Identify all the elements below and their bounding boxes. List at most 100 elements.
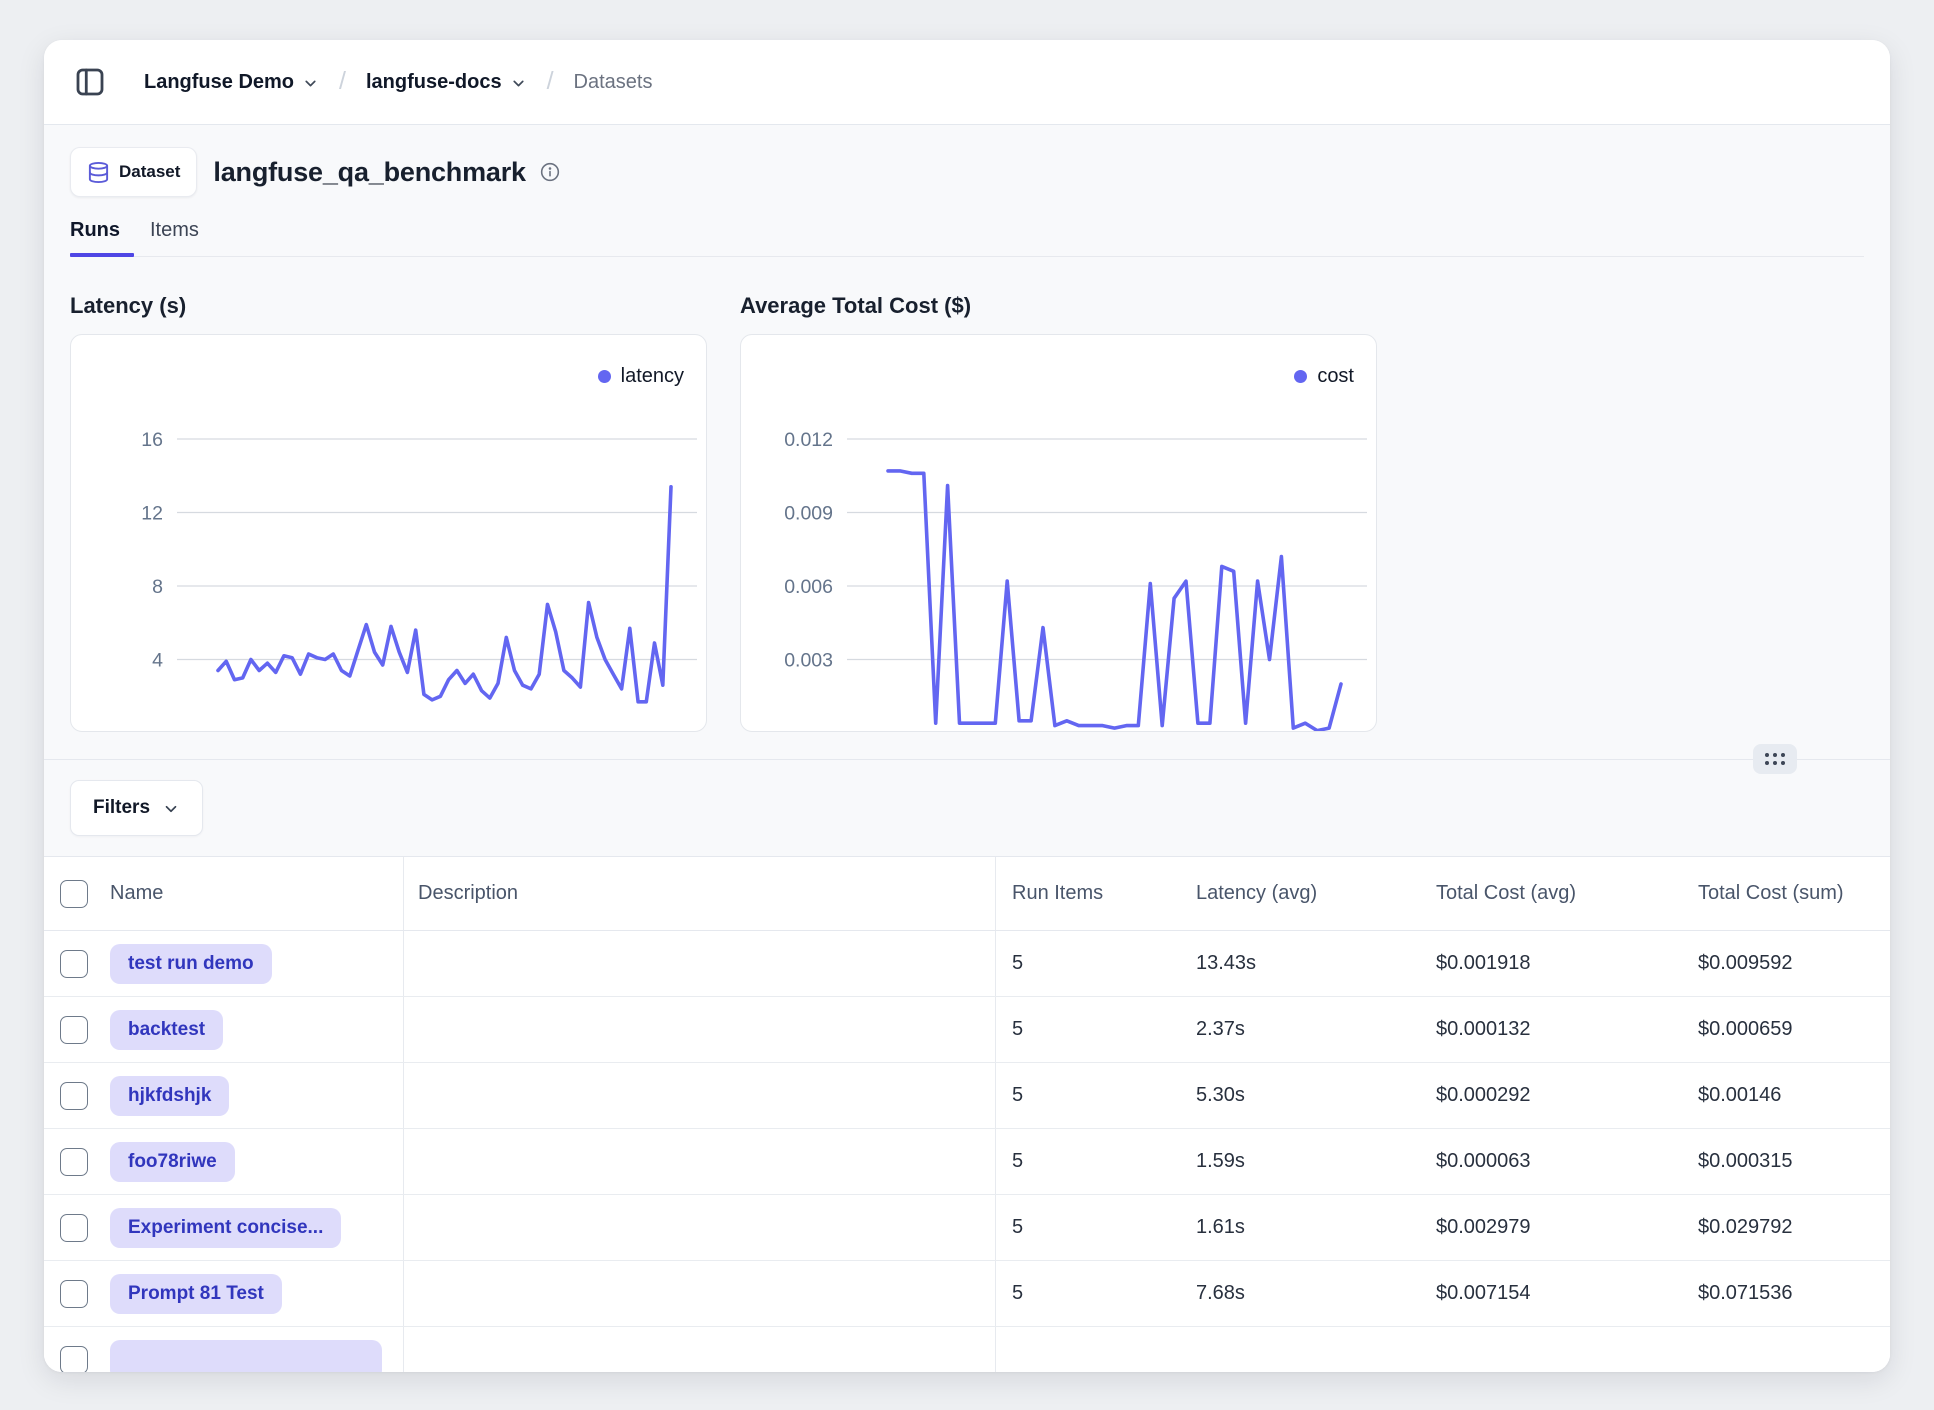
run-name-badge[interactable]: test run demo xyxy=(110,944,272,984)
breadcrumb-project-label: langfuse-docs xyxy=(366,71,502,94)
app-window: Langfuse Demo / langfuse-docs / Datasets xyxy=(44,40,1890,1372)
legend-dot-icon xyxy=(1294,370,1307,383)
run-description xyxy=(404,1261,996,1326)
sidebar-toggle-icon[interactable] xyxy=(74,66,106,98)
run-name-badge[interactable] xyxy=(110,1340,382,1373)
tab-items[interactable]: Items xyxy=(150,219,213,256)
table-row[interactable]: foo78riwe 5 1.59s $0.000063 $0.000315 xyxy=(44,1129,1890,1195)
column-header-description[interactable]: Description xyxy=(404,857,996,930)
latency-avg-value: 2.37s xyxy=(1180,997,1420,1062)
row-checkbox[interactable] xyxy=(60,1016,88,1044)
cost-chart-block: Average Total Cost ($) 0.0030.0060.0090.… xyxy=(740,293,1377,732)
filters-button[interactable]: Filters xyxy=(70,780,203,836)
grip-dots-icon xyxy=(1765,753,1785,765)
run-name-badge[interactable]: hjkfdshjk xyxy=(110,1076,229,1116)
latency-line-chart: 481216 xyxy=(71,335,707,732)
page-title: langfuse_qa_benchmark xyxy=(213,157,525,188)
latency-chart-title: Latency (s) xyxy=(70,293,707,319)
run-description xyxy=(404,1195,996,1260)
total-cost-avg-value: $0.002979 xyxy=(1420,1195,1682,1260)
chevron-down-icon xyxy=(162,800,180,818)
entity-badge-label: Dataset xyxy=(119,162,180,182)
select-all-checkbox[interactable] xyxy=(60,880,88,908)
row-checkbox[interactable] xyxy=(60,1082,88,1110)
table-row[interactable]: backtest 5 2.37s $0.000132 $0.000659 xyxy=(44,997,1890,1063)
cost-line-chart: 0.0030.0060.0090.012 xyxy=(741,335,1377,732)
panel-resize-handle[interactable] xyxy=(1753,744,1797,774)
breadcrumb-project[interactable]: langfuse-docs xyxy=(366,71,527,94)
breadcrumb-separator: / xyxy=(333,67,352,96)
cost-chart: 0.0030.0060.0090.012 cost xyxy=(740,334,1377,732)
run-description xyxy=(404,931,996,996)
row-checkbox[interactable] xyxy=(60,1346,88,1373)
column-header-total-cost-sum[interactable]: Total Cost (sum) xyxy=(1682,857,1890,930)
run-name-badge[interactable]: foo78riwe xyxy=(110,1142,235,1182)
table-row[interactable]: Prompt 81 Test 5 7.68s $0.007154 $0.0715… xyxy=(44,1261,1890,1327)
filters-row: Filters xyxy=(70,780,1864,836)
breadcrumb-datasets[interactable]: Datasets xyxy=(574,71,653,94)
column-header-latency-avg[interactable]: Latency (avg) xyxy=(1180,857,1420,930)
run-description xyxy=(404,997,996,1062)
legend-dot-icon xyxy=(598,370,611,383)
svg-text:0.012: 0.012 xyxy=(784,429,833,451)
column-header-name[interactable]: Name xyxy=(110,857,404,930)
row-checkbox[interactable] xyxy=(60,950,88,978)
row-checkbox[interactable] xyxy=(60,1148,88,1176)
run-items-value: 5 xyxy=(996,931,1180,996)
total-cost-sum-value: $0.00146 xyxy=(1682,1063,1890,1128)
svg-text:0.006: 0.006 xyxy=(784,576,833,598)
run-name-badge[interactable]: Prompt 81 Test xyxy=(110,1274,282,1314)
table-row[interactable]: hjkfdshjk 5 5.30s $0.000292 $0.00146 xyxy=(44,1063,1890,1129)
total-cost-avg-value: $0.007154 xyxy=(1420,1261,1682,1326)
total-cost-avg-value: $0.000063 xyxy=(1420,1129,1682,1194)
total-cost-avg-value: $0.000292 xyxy=(1420,1063,1682,1128)
charts-row: Latency (s) 481216 latency Average Total… xyxy=(70,293,1864,732)
total-cost-sum-value: $0.009592 xyxy=(1682,931,1890,996)
cost-chart-title: Average Total Cost ($) xyxy=(740,293,1377,319)
table-header-row: Name Description Run Items Latency (avg)… xyxy=(44,857,1890,931)
latency-avg-value: 7.68s xyxy=(1180,1261,1420,1326)
chevron-down-icon xyxy=(510,75,527,92)
latency-avg-value: 1.59s xyxy=(1180,1129,1420,1194)
total-cost-sum-value: $0.071536 xyxy=(1682,1261,1890,1326)
svg-text:16: 16 xyxy=(141,429,163,451)
total-cost-sum-value: $0.029792 xyxy=(1682,1195,1890,1260)
svg-text:8: 8 xyxy=(152,576,163,598)
run-items-value: 5 xyxy=(996,1195,1180,1260)
total-cost-sum-value: $0.000315 xyxy=(1682,1129,1890,1194)
column-header-total-cost-avg[interactable]: Total Cost (avg) xyxy=(1420,857,1682,930)
dataset-entity-pill: Dataset xyxy=(70,147,197,197)
run-items-value: 5 xyxy=(996,997,1180,1062)
total-cost-avg-value: $0.000132 xyxy=(1420,997,1682,1062)
main-content: Dataset langfuse_qa_benchmark Runs Items… xyxy=(44,125,1890,1372)
latency-chart: 481216 latency xyxy=(70,334,707,732)
info-icon[interactable] xyxy=(540,162,560,182)
breadcrumb-org-label: Langfuse Demo xyxy=(144,71,294,94)
tab-bar: Runs Items xyxy=(70,219,1864,257)
table-row[interactable]: test run demo 5 13.43s $0.001918 $0.0095… xyxy=(44,931,1890,997)
latency-chart-block: Latency (s) 481216 latency xyxy=(70,293,707,732)
dataset-header: Dataset langfuse_qa_benchmark xyxy=(70,147,1864,197)
database-icon xyxy=(87,161,110,184)
total-cost-sum-value: $0.000659 xyxy=(1682,997,1890,1062)
run-items-value: 5 xyxy=(996,1261,1180,1326)
row-checkbox[interactable] xyxy=(60,1280,88,1308)
legend-label: cost xyxy=(1317,365,1354,388)
row-checkbox[interactable] xyxy=(60,1214,88,1242)
panel-divider xyxy=(44,759,1890,760)
column-header-run-items[interactable]: Run Items xyxy=(996,857,1180,930)
run-name-badge[interactable]: Experiment concise... xyxy=(110,1208,341,1248)
breadcrumb: Langfuse Demo / langfuse-docs / Datasets xyxy=(144,68,652,97)
runs-table: Name Description Run Items Latency (avg)… xyxy=(44,856,1890,1372)
breadcrumb-org[interactable]: Langfuse Demo xyxy=(144,71,319,94)
table-row-partial[interactable] xyxy=(44,1327,1890,1372)
run-name-badge[interactable]: backtest xyxy=(110,1010,223,1050)
tab-runs[interactable]: Runs xyxy=(70,219,134,256)
svg-text:0.009: 0.009 xyxy=(784,503,833,525)
run-items-value: 5 xyxy=(996,1129,1180,1194)
table-row[interactable]: Experiment concise... 5 1.61s $0.002979 … xyxy=(44,1195,1890,1261)
latency-legend: latency xyxy=(598,365,684,388)
breadcrumb-datasets-label: Datasets xyxy=(574,71,653,94)
run-description xyxy=(404,1327,996,1372)
legend-label: latency xyxy=(621,365,684,388)
